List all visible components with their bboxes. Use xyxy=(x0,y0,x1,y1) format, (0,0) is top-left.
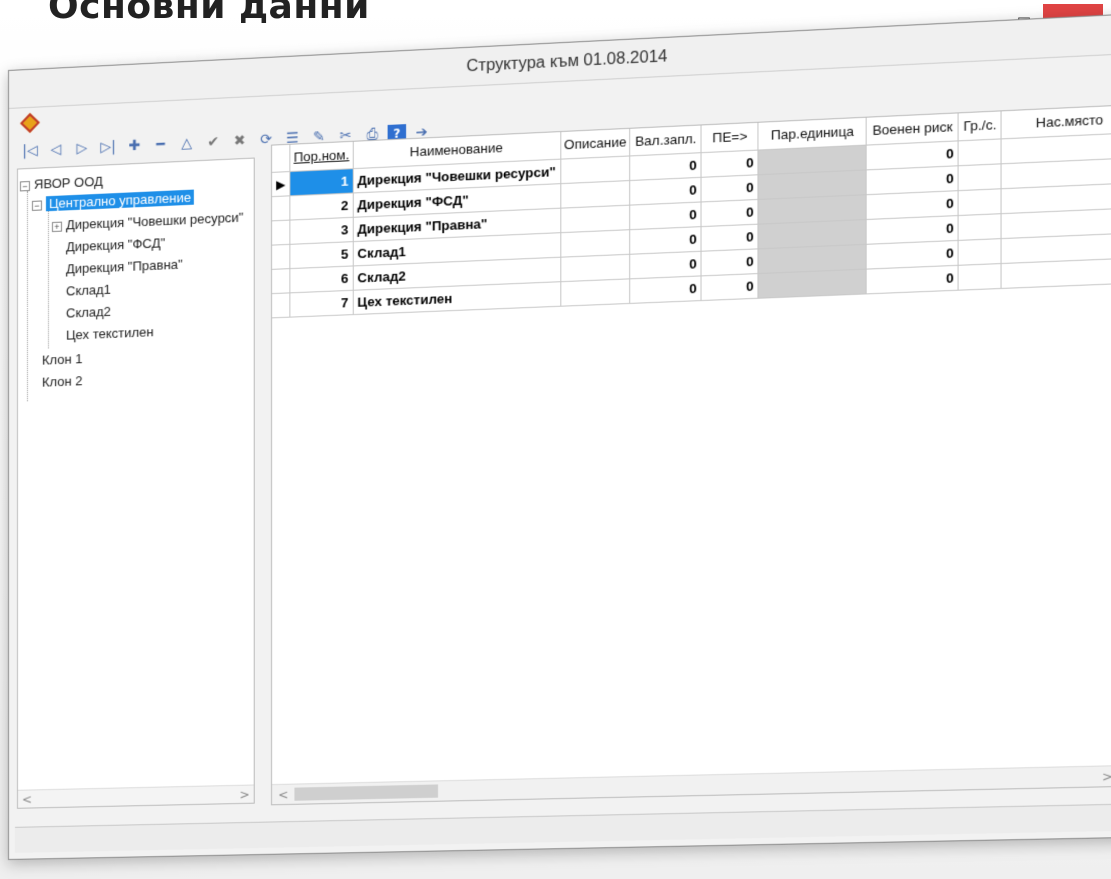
edit-icon[interactable]: △ xyxy=(176,132,198,155)
scroll-left-icon[interactable]: < xyxy=(278,788,288,802)
collapse-icon[interactable]: − xyxy=(31,200,42,211)
window-title: Структура към 01.08.2014 xyxy=(8,13,1111,109)
cell-pe[interactable]: 0 xyxy=(701,149,759,177)
insert-icon[interactable]: ✚ xyxy=(123,134,145,157)
row-indicator: ▶ xyxy=(272,171,291,197)
post-icon[interactable]: ✔ xyxy=(202,131,224,154)
cell-num[interactable]: 7 xyxy=(290,289,353,317)
cell-num[interactable]: 6 xyxy=(290,265,353,293)
tree-node-branch1[interactable]: Клон 1 xyxy=(42,351,83,368)
tree-horizontal-scrollbar[interactable]: < > xyxy=(17,784,254,808)
cell-pe[interactable]: 0 xyxy=(701,174,759,202)
row-indicator xyxy=(272,219,291,245)
column-header[interactable]: Описание xyxy=(560,128,631,159)
cell-group[interactable] xyxy=(958,263,1002,290)
collapse-icon[interactable]: − xyxy=(19,180,30,192)
cell-val[interactable]: 0 xyxy=(630,152,702,181)
scroll-right-icon[interactable]: > xyxy=(1102,769,1111,784)
prev-record-icon[interactable]: ◁ xyxy=(45,138,67,161)
cell-description[interactable] xyxy=(560,253,631,282)
cell-val[interactable]: 0 xyxy=(630,201,702,230)
column-header[interactable]: ПЕ=> xyxy=(701,122,759,153)
tree-node-branch2[interactable]: Клон 2 xyxy=(42,373,83,390)
cell-pe[interactable]: 0 xyxy=(701,273,759,301)
column-header[interactable]: Гр./с. xyxy=(958,111,1002,141)
cell-risk[interactable]: 0 xyxy=(866,264,959,294)
cell-description[interactable] xyxy=(560,155,631,184)
cell-group[interactable] xyxy=(958,138,1002,166)
cell-val[interactable]: 0 xyxy=(630,250,702,279)
cell-val[interactable]: 0 xyxy=(630,176,702,205)
cell-pe[interactable]: 0 xyxy=(701,248,759,276)
cell-num[interactable]: 5 xyxy=(290,241,353,269)
cell-num[interactable]: 1 xyxy=(290,168,353,196)
tree-connector xyxy=(26,191,28,402)
horizontal-scroll-thumb[interactable] xyxy=(294,784,439,801)
status-bar xyxy=(14,803,1111,853)
app-diamond-icon xyxy=(20,113,40,133)
row-indicator xyxy=(272,292,291,318)
tree-node-fsd[interactable]: Дирекция "ФСД" xyxy=(66,235,165,254)
cell-pe[interactable]: 0 xyxy=(701,198,759,227)
cell-description[interactable] xyxy=(560,229,631,257)
cell-unit[interactable] xyxy=(758,268,867,298)
scroll-left-icon[interactable]: < xyxy=(22,792,32,806)
tree-node-warehouse1[interactable]: Склад1 xyxy=(66,282,111,299)
indicator-header xyxy=(272,144,291,172)
row-indicator xyxy=(272,243,291,269)
tree-node-label: Централно управление xyxy=(45,189,195,212)
scroll-right-icon[interactable]: > xyxy=(239,788,249,802)
cell-num[interactable]: 3 xyxy=(290,216,353,244)
cell-num[interactable]: 2 xyxy=(290,192,353,220)
delete-icon[interactable]: ━ xyxy=(149,133,171,156)
cell-pe[interactable]: 0 xyxy=(701,223,759,251)
column-header[interactable]: Пор.ном. xyxy=(290,141,353,172)
tree-node-hr[interactable]: + Дирекция "Човешки ресурси" xyxy=(51,209,244,234)
next-record-icon[interactable]: ▷ xyxy=(71,137,93,160)
tree-node-legal[interactable]: Дирекция "Правна" xyxy=(66,257,183,277)
tree-node-root[interactable]: − ЯВОР ООД xyxy=(19,173,103,193)
structure-grid: Пор.ном. Наименование Описание Вал.запл.… xyxy=(271,103,1111,806)
tree-node-textile[interactable]: Цех текстилен xyxy=(66,324,154,343)
structure-window: Структура към 01.08.2014 |◁ ◁ ▷ ▷| ✚ ━ △… xyxy=(8,12,1111,861)
cell-group[interactable] xyxy=(958,163,1002,191)
tree-node-label: Дирекция "Човешки ресурси" xyxy=(65,209,244,233)
tree-node-central[interactable]: − Централно управление xyxy=(31,189,195,212)
column-header[interactable]: Военен риск xyxy=(866,113,959,145)
row-indicator xyxy=(272,268,291,294)
cell-group[interactable] xyxy=(958,238,1002,265)
cell-description[interactable] xyxy=(560,180,631,208)
last-record-icon[interactable]: ▷| xyxy=(97,136,119,159)
cell-description[interactable] xyxy=(560,204,631,233)
panel-splitter[interactable] xyxy=(259,157,267,804)
cell-val[interactable]: 0 xyxy=(630,275,702,303)
cell-val[interactable]: 0 xyxy=(630,226,702,254)
cell-place[interactable] xyxy=(1001,257,1111,288)
page-heading: Основни данни xyxy=(48,0,370,27)
first-record-icon[interactable]: |◁ xyxy=(19,139,41,162)
cell-group[interactable] xyxy=(958,188,1002,216)
tree-connector xyxy=(47,208,49,349)
grid-horizontal-scrollbar[interactable]: < > xyxy=(272,764,1111,805)
column-header[interactable]: Вал.запл. xyxy=(630,125,702,156)
cell-description[interactable] xyxy=(560,278,631,306)
expand-icon[interactable]: + xyxy=(51,221,62,232)
structure-tree: − ЯВОР ООД − Централно управление + Дирекци… xyxy=(16,157,255,809)
current-row-icon: ▶ xyxy=(276,176,286,192)
cell-group[interactable] xyxy=(958,213,1002,240)
cancel-icon[interactable]: ✖ xyxy=(228,129,250,152)
cell-risk[interactable]: 0 xyxy=(866,239,959,269)
tree-node-warehouse2[interactable]: Склад2 xyxy=(66,304,111,321)
tree-node-label: ЯВОР ООД xyxy=(33,173,103,192)
row-indicator xyxy=(272,195,291,221)
